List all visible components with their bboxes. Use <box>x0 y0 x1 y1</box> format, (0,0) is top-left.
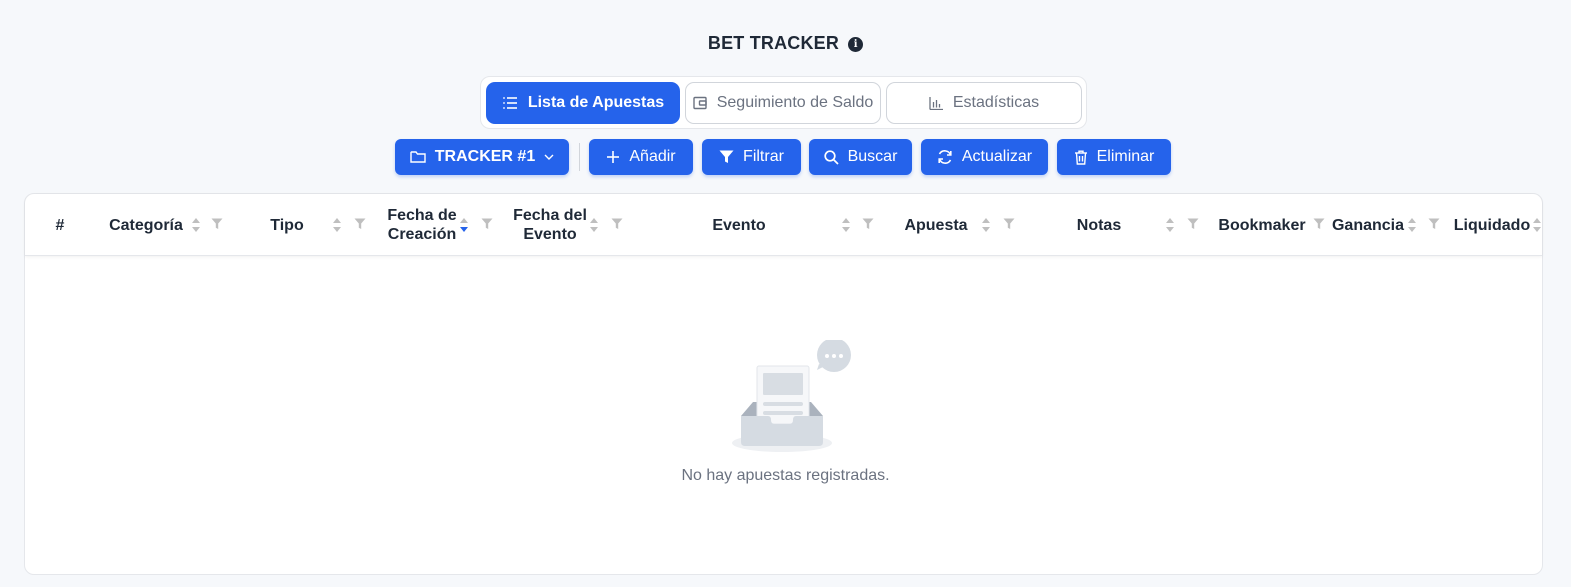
empty-message: No hay apuestas registradas. <box>681 467 890 484</box>
chevron-down-icon <box>544 154 554 160</box>
tab-label: Estadísticas <box>952 94 1040 111</box>
delete-button[interactable]: Eliminar <box>1057 139 1171 175</box>
column-number: # <box>55 216 65 234</box>
sort-icon[interactable] <box>589 216 599 234</box>
column-event-date[interactable]: Fecha del Evento <box>513 194 587 255</box>
tracker-select-button[interactable]: TRACKER #1 <box>395 139 569 175</box>
filter-icon[interactable] <box>862 218 874 230</box>
column-bet[interactable]: Apuesta <box>903 194 969 255</box>
refresh-button[interactable]: Actualizar <box>921 139 1048 175</box>
tab-label: Seguimiento de Saldo <box>716 94 874 111</box>
sort-icon[interactable] <box>1165 216 1175 234</box>
empty-state <box>0 340 1571 460</box>
add-label: Añadir <box>629 148 676 165</box>
folder-icon <box>410 151 426 163</box>
filter-icon[interactable] <box>1003 218 1015 230</box>
filter-icon[interactable] <box>1313 218 1325 230</box>
sort-icon[interactable] <box>1407 216 1417 234</box>
column-notes[interactable]: Notas <box>1071 194 1127 255</box>
add-button[interactable]: Añadir <box>589 139 693 175</box>
column-bookmaker[interactable]: Bookmaker <box>1218 194 1305 255</box>
wallet-icon <box>693 96 707 110</box>
filter-icon[interactable] <box>481 218 493 230</box>
trash-icon <box>1074 150 1087 165</box>
filter-label: Filtrar <box>743 148 784 165</box>
filter-icon <box>719 150 734 163</box>
column-settled[interactable]: Liquidado <box>1453 194 1531 255</box>
tab-label: Lista de Apuestas <box>527 94 665 111</box>
tab-balance-tracking[interactable]: Seguimiento de Saldo <box>685 82 881 124</box>
refresh-label: Actualizar <box>961 148 1033 165</box>
delete-label: Eliminar <box>1096 148 1155 165</box>
filter-icon[interactable] <box>354 218 366 230</box>
info-icon[interactable]: i <box>848 36 864 52</box>
list-icon <box>502 97 517 109</box>
column-profit[interactable]: Ganancia <box>1331 194 1405 255</box>
bet-tracker-page: BET TRACKER i Lista de Apuestas Seguimie… <box>0 0 1571 587</box>
filter-button[interactable]: Filtrar <box>702 139 801 175</box>
sort-icon[interactable] <box>332 216 342 234</box>
tab-statistics[interactable]: Estadísticas <box>886 82 1082 124</box>
sort-icon[interactable] <box>841 216 851 234</box>
view-tabs: Lista de Apuestas Seguimiento de Saldo E… <box>480 76 1087 129</box>
sort-desc-active-icon[interactable] <box>459 216 469 234</box>
header: BET TRACKER i <box>0 33 1571 54</box>
column-type[interactable]: Tipo <box>265 194 309 255</box>
tab-bet-list[interactable]: Lista de Apuestas <box>486 82 680 124</box>
filter-icon[interactable] <box>1428 218 1440 230</box>
search-button[interactable]: Buscar <box>809 139 912 175</box>
toolbar-divider <box>579 143 580 171</box>
bar-chart-icon <box>929 96 943 110</box>
table-header: # Categoría Tipo Fecha de Creación Fecha… <box>25 194 1542 256</box>
tracker-label: TRACKER #1 <box>434 148 536 165</box>
column-created-date[interactable]: Fecha de Creación <box>385 194 459 255</box>
column-category[interactable]: Categoría <box>105 194 187 255</box>
refresh-icon <box>938 150 952 164</box>
column-event[interactable]: Evento <box>695 194 783 255</box>
search-label: Buscar <box>847 148 898 165</box>
sort-icon[interactable] <box>981 216 991 234</box>
filter-icon[interactable] <box>211 218 223 230</box>
filter-icon[interactable] <box>611 218 623 230</box>
sort-icon[interactable] <box>191 216 201 234</box>
page-title: BET TRACKER <box>707 33 840 53</box>
empty-inbox-icon <box>732 340 851 452</box>
sort-icon[interactable] <box>1532 216 1542 234</box>
filter-icon[interactable] <box>1187 218 1199 230</box>
plus-icon <box>607 151 620 163</box>
search-icon <box>823 149 839 165</box>
